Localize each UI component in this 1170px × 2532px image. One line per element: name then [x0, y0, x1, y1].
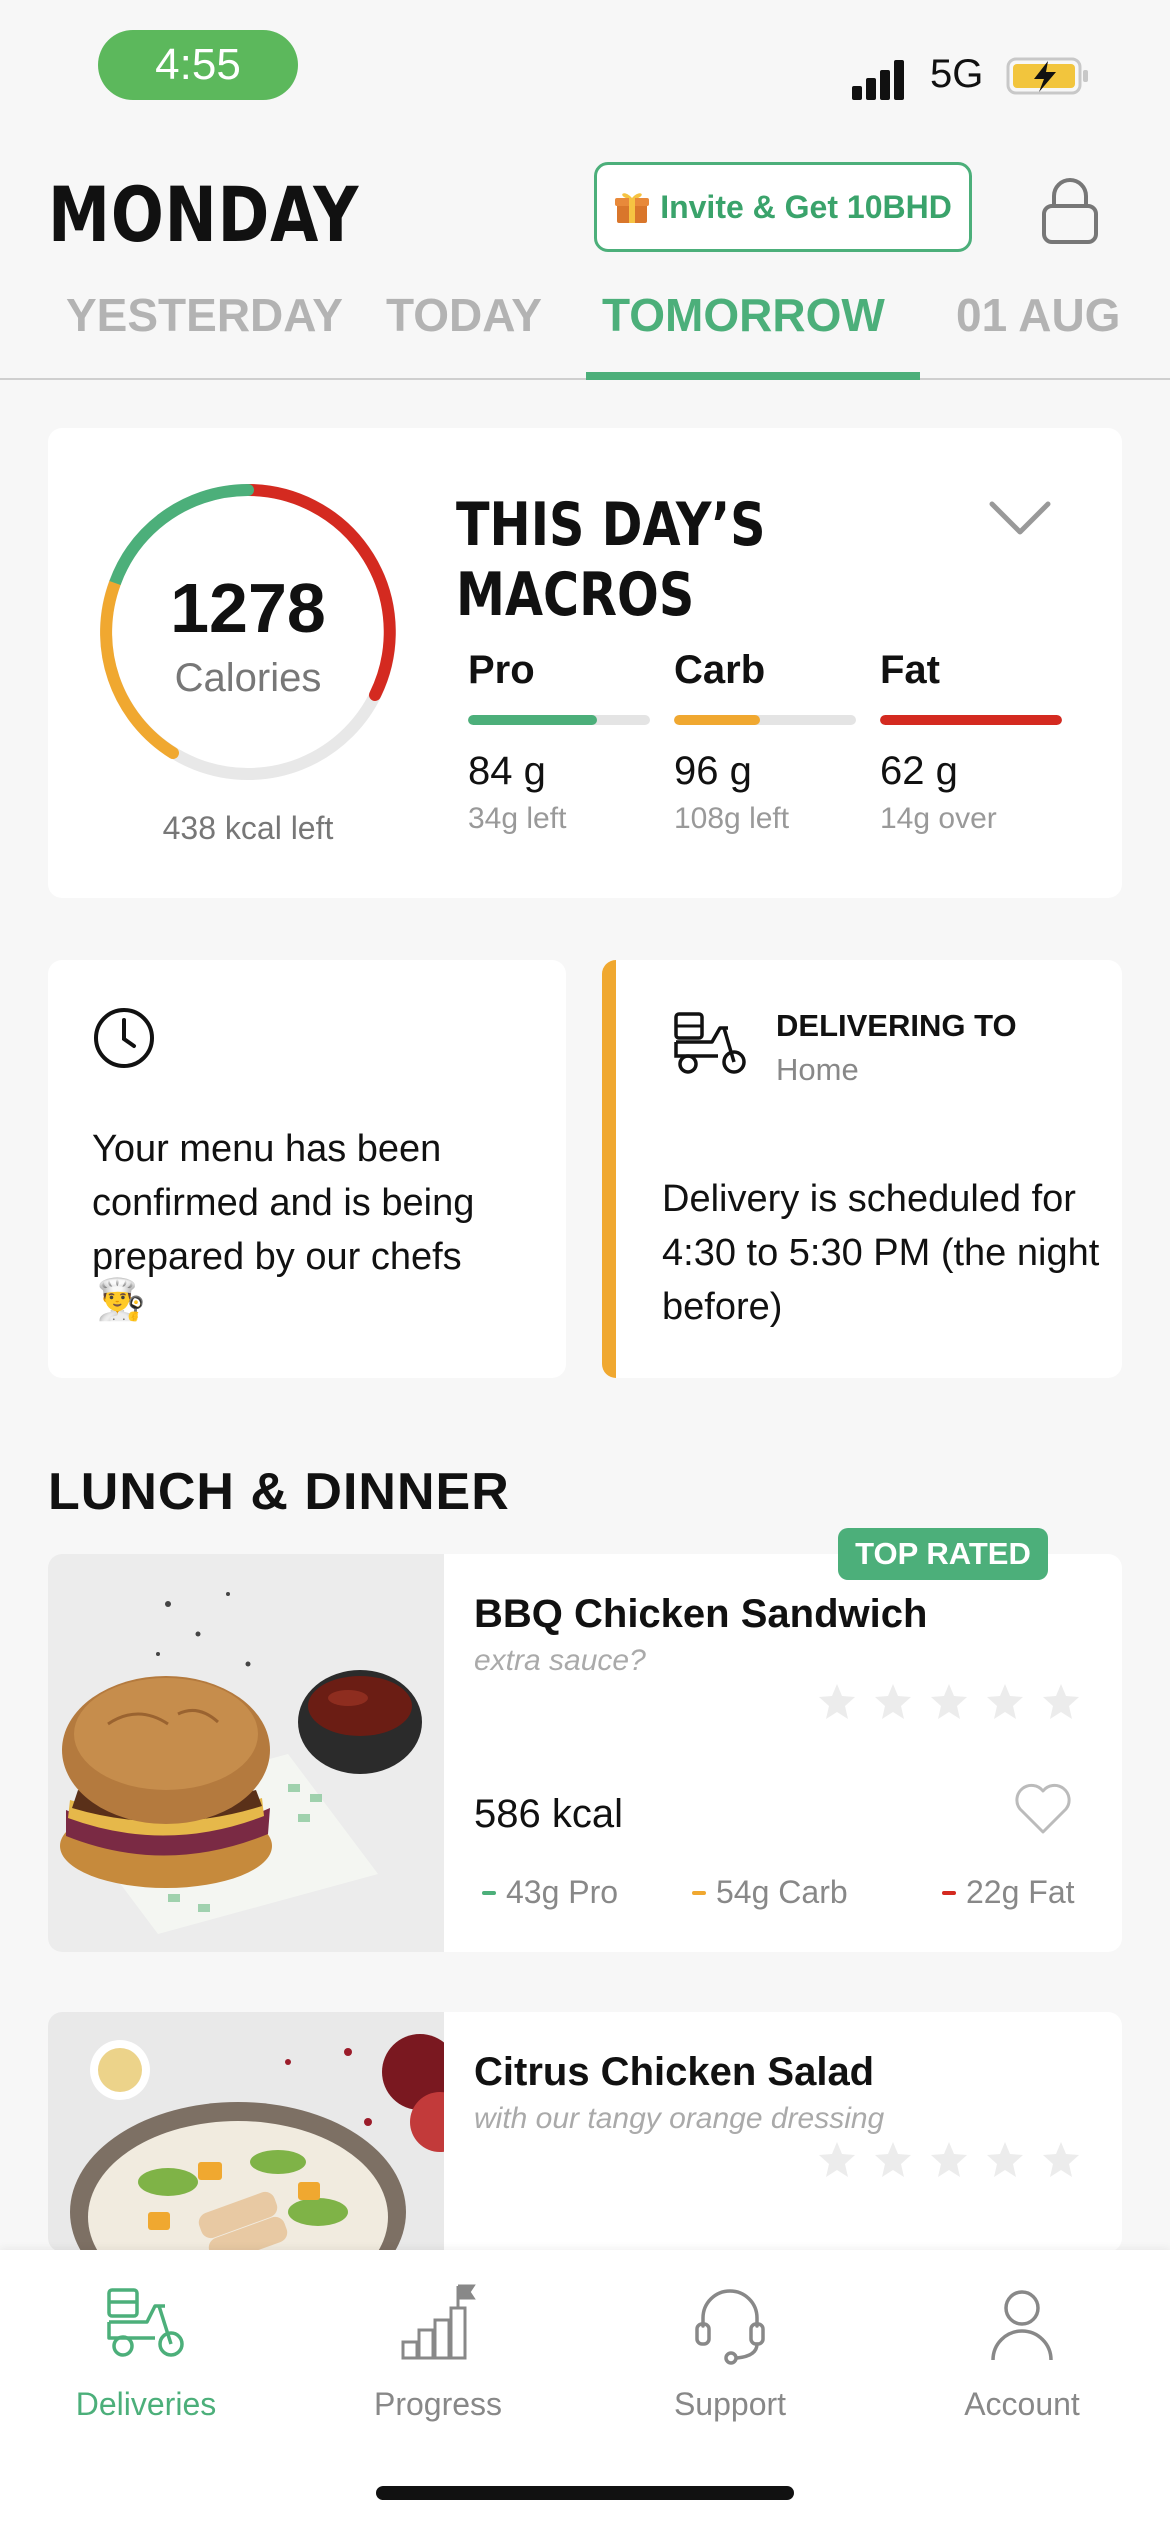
- kcal-left: 438 kcal left: [162, 810, 334, 846]
- macro-value: 84 g: [468, 749, 546, 793]
- macro-progress-bar: [880, 715, 1062, 725]
- macro-fat: Fat 62 g 14g over: [880, 648, 1062, 836]
- star-icon[interactable]: [986, 1682, 1024, 1720]
- star-icon[interactable]: [986, 2140, 1024, 2178]
- meal-card[interactable]: Citrus Chicken Salad with our tangy oran…: [48, 2012, 1122, 2252]
- status-time: 4:55: [98, 30, 298, 100]
- scooter-icon: [674, 1012, 746, 1074]
- macros-title: THIS DAY’S MACROS: [456, 490, 766, 630]
- chef-emoji: 👨‍🍳: [96, 1278, 146, 1322]
- star-icon[interactable]: [930, 2140, 968, 2178]
- meal-card[interactable]: BBQ Chicken Sandwich extra sauce? 586 kc…: [48, 1554, 1122, 1952]
- carb-dash: [692, 1890, 706, 1895]
- macros-card[interactable]: 1278 Calories 438 kcal left THIS DAY’S M…: [48, 428, 1122, 898]
- lock-icon[interactable]: [1036, 174, 1104, 246]
- meal-macro-fat: 22g Fat: [942, 1874, 1075, 1911]
- meal-image-bbq-chicken-sandwich: [48, 1554, 444, 1952]
- section-title: LUNCH & DINNER: [48, 1463, 510, 1521]
- macro-name: Pro: [468, 648, 535, 692]
- person-icon: [991, 2290, 1053, 2361]
- star-icon[interactable]: [930, 1682, 968, 1720]
- battery-charging-icon: [1006, 57, 1088, 95]
- tab-today[interactable]: TODAY: [386, 270, 542, 380]
- day-tabs: YESTERDAY TODAY TOMORROW 01 AUG: [0, 270, 1170, 380]
- status-bar: 4:55 5G: [0, 0, 1170, 130]
- meal-macro-carb: 54g Carb: [692, 1874, 848, 1911]
- star-icon[interactable]: [818, 1682, 856, 1720]
- calories-label: Calories: [174, 656, 322, 700]
- macro-remaining: 34g left: [468, 802, 567, 835]
- meal-subtitle: with our tangy orange dressing: [474, 2102, 885, 2135]
- macro-progress-bar: [674, 715, 856, 725]
- tab-progress[interactable]: Progress: [318, 2280, 558, 2423]
- progress-chart-icon: [401, 2284, 476, 2360]
- macro-carb: Carb 96 g 108g left: [674, 648, 856, 836]
- delivery-address: Home: [776, 1052, 859, 1087]
- tab-tomorrow[interactable]: TOMORROW: [602, 270, 885, 380]
- clock-icon: [94, 1008, 154, 1068]
- tab-deliveries[interactable]: Deliveries: [26, 2280, 266, 2423]
- tab-account[interactable]: Account: [902, 2280, 1142, 2423]
- delivery-card[interactable]: DELIVERING TO Home Delivery is scheduled…: [602, 960, 1122, 1378]
- star-icon[interactable]: [874, 2140, 912, 2178]
- meal-name: Citrus Chicken Salad: [474, 2050, 875, 2094]
- star-icon[interactable]: [874, 1682, 912, 1720]
- star-icon[interactable]: [818, 2140, 856, 2178]
- macro-name: Fat: [880, 648, 940, 692]
- meal-name: BBQ Chicken Sandwich: [474, 1592, 928, 1636]
- headset-icon: [695, 2289, 765, 2365]
- macro-progress-fill: [674, 715, 760, 725]
- top-rated-badge: TOP RATED: [838, 1528, 1048, 1580]
- protein-dash: [482, 1890, 496, 1895]
- macro-progress-bar: [468, 715, 650, 725]
- invite-label: Invite & Get 10BHD: [660, 188, 952, 225]
- macro-remaining: 14g over: [880, 802, 997, 835]
- network-label: 5G: [930, 52, 984, 96]
- meal-kcal: 586 kcal: [474, 1792, 623, 1836]
- heart-icon[interactable]: [1014, 1782, 1072, 1836]
- meal-protein: 43g Pro: [506, 1874, 619, 1910]
- day-header: MONDAY Invite & Get 10BHD YESTERDAY TODA…: [0, 130, 1170, 380]
- delivering-to-label: DELIVERING TO: [776, 1008, 1017, 1043]
- tab-label: Progress: [373, 2386, 503, 2422]
- scooter-icon: [107, 2288, 184, 2357]
- order-status-text: Your menu has been confirmed and is bein…: [92, 1128, 475, 1278]
- tab-label: Account: [964, 2386, 1080, 2422]
- meal-subtitle: extra sauce?: [474, 1644, 646, 1677]
- calories-value: 1278: [170, 569, 326, 647]
- macro-progress-fill: [880, 715, 1062, 725]
- tab-label: Support: [673, 2386, 787, 2422]
- tab-support[interactable]: Support: [610, 2280, 850, 2423]
- invite-button[interactable]: Invite & Get 10BHD: [594, 162, 972, 252]
- meal-fat: 22g Fat: [966, 1874, 1075, 1910]
- macro-name: Carb: [674, 648, 766, 692]
- order-status-card: Your menu has been confirmed and is bein…: [48, 960, 566, 1378]
- fat-dash: [942, 1890, 956, 1895]
- meal-macro-protein: 43g Pro: [482, 1874, 618, 1911]
- chevron-down-icon[interactable]: [988, 498, 1052, 538]
- star-icon[interactable]: [1042, 1682, 1080, 1720]
- star-icon[interactable]: [1042, 2140, 1080, 2178]
- macro-remaining: 108g left: [674, 802, 790, 835]
- rating-stars[interactable]: [818, 2140, 1080, 2178]
- tab-label: Deliveries: [75, 2386, 217, 2422]
- signal-icon: [852, 58, 914, 100]
- tab-yesterday[interactable]: YESTERDAY: [66, 270, 343, 380]
- macro-progress-fill: [468, 715, 598, 725]
- rating-stars[interactable]: [818, 1682, 1080, 1720]
- macro-value: 96 g: [674, 749, 752, 793]
- tab-01-aug[interactable]: 01 AUG: [956, 270, 1120, 380]
- macro-protein: Pro 84 g 34g left: [468, 648, 650, 836]
- meal-image-citrus-chicken-salad: [48, 2012, 444, 2252]
- home-indicator[interactable]: [376, 2486, 794, 2500]
- meal-carb: 54g Carb: [716, 1874, 848, 1910]
- day-title: MONDAY: [48, 170, 360, 259]
- delivery-schedule: Delivery is scheduled for 4:30 to 5:30 P…: [662, 1178, 1100, 1328]
- gift-icon: [615, 193, 650, 223]
- active-tab-indicator: [586, 372, 920, 380]
- macro-value: 62 g: [880, 749, 958, 793]
